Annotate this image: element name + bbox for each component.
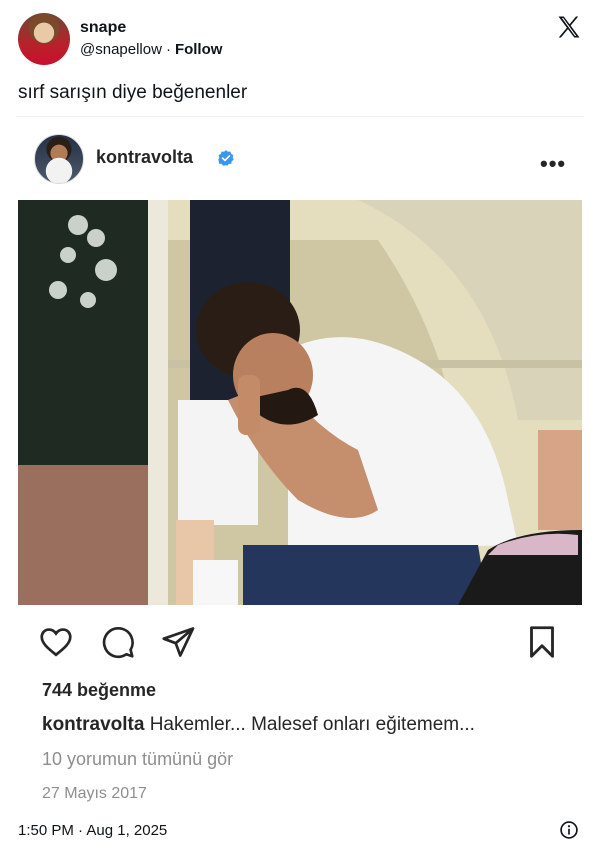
like-count[interactable]: 744 beğenme: [42, 680, 156, 701]
post-caption: kontravolta Hakemler... Malesef onları e…: [42, 714, 475, 736]
info-icon[interactable]: [559, 820, 579, 840]
post-photo[interactable]: [18, 200, 582, 605]
caption-text: Hakemler... Malesef onları eğitemem...: [149, 714, 475, 735]
caption-username[interactable]: kontravolta: [42, 714, 144, 735]
comment-icon[interactable]: [100, 624, 136, 660]
more-options-button[interactable]: •••: [540, 151, 566, 177]
author-handle[interactable]: @snapellow: [80, 41, 162, 58]
author-display-name[interactable]: snape: [80, 19, 126, 37]
x-logo-icon[interactable]: [555, 13, 583, 41]
ig-username[interactable]: kontravolta: [96, 147, 193, 168]
send-icon[interactable]: [160, 624, 196, 660]
tweet-timestamp[interactable]: 1:50 PM · Aug 1, 2025: [18, 822, 167, 839]
ig-avatar[interactable]: [34, 134, 84, 184]
author-avatar[interactable]: [18, 13, 70, 65]
bookmark-icon[interactable]: [524, 624, 560, 660]
follow-button[interactable]: Follow: [175, 41, 223, 58]
view-comments-link[interactable]: 10 yorumun tümünü gör: [42, 749, 233, 770]
post-date: 27 Mayıs 2017: [42, 785, 147, 802]
author-handle-row: @snapellow · Follow: [80, 41, 222, 58]
heart-icon[interactable]: [38, 624, 74, 660]
tweet-text: sırf sarışın diye beğenenler: [18, 82, 248, 103]
verified-badge-icon: [218, 150, 234, 166]
separator: ·: [165, 41, 171, 58]
